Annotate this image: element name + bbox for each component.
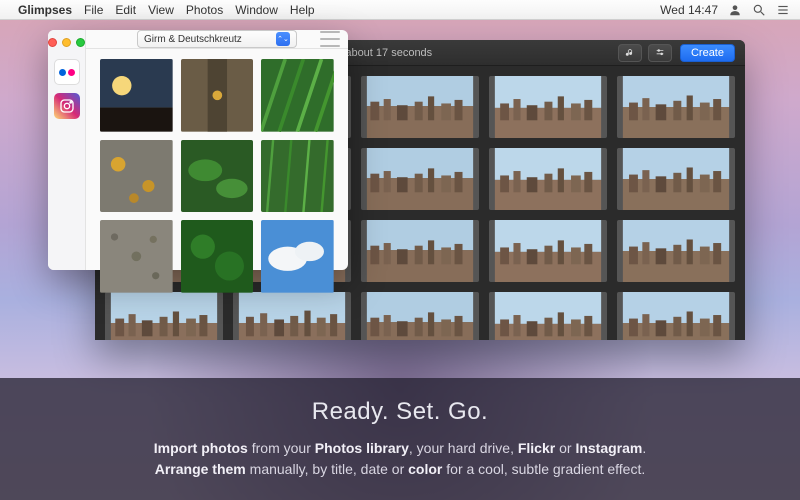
- sliders-icon: [655, 48, 665, 58]
- grid-photo[interactable]: [489, 76, 607, 138]
- menubar-clock: Wed 14:47: [660, 3, 718, 17]
- import-window: Girm & Deutschkreutz ⌃⌄: [48, 30, 348, 270]
- import-toolbar: Girm & Deutschkreutz ⌃⌄: [86, 30, 348, 49]
- user-icon[interactable]: [728, 3, 742, 17]
- minimize-icon[interactable]: [62, 38, 71, 47]
- grid-photo[interactable]: [617, 292, 735, 340]
- grid-photo[interactable]: [489, 148, 607, 210]
- album-select-value: Girm & Deutschkreutz: [144, 34, 242, 45]
- window-traffic-lights[interactable]: [48, 38, 85, 47]
- grid-photo[interactable]: [489, 292, 607, 340]
- grid-photo[interactable]: [361, 292, 479, 340]
- flickr-source-icon[interactable]: [54, 59, 80, 85]
- grid-photo[interactable]: [617, 76, 735, 138]
- menu-help[interactable]: Help: [290, 3, 315, 17]
- mac-menubar: Glimpses File Edit View Photos Window He…: [0, 0, 800, 20]
- import-thumb[interactable]: [181, 140, 254, 213]
- import-thumb[interactable]: [100, 220, 173, 293]
- menu-window[interactable]: Window: [235, 3, 278, 17]
- import-thumb[interactable]: [100, 140, 173, 213]
- import-thumb[interactable]: [100, 59, 173, 132]
- view-mode-toggle[interactable]: [320, 31, 340, 47]
- grid-photo[interactable]: [617, 148, 735, 210]
- grid-photo[interactable]: [489, 220, 607, 282]
- menubar-app-name[interactable]: Glimpses: [18, 3, 72, 17]
- menu-edit[interactable]: Edit: [115, 3, 136, 17]
- spotlight-icon[interactable]: [752, 3, 766, 17]
- album-select[interactable]: Girm & Deutschkreutz ⌃⌄: [137, 30, 297, 48]
- menu-photos[interactable]: Photos: [186, 3, 223, 17]
- close-icon[interactable]: [48, 38, 57, 47]
- import-thumb[interactable]: [181, 220, 254, 293]
- instagram-source-icon[interactable]: [54, 93, 80, 119]
- desktop-wallpaper: Glimpses File Edit View Photos Window He…: [0, 0, 800, 500]
- create-button[interactable]: Create: [680, 44, 735, 62]
- import-photo-grid: [86, 49, 348, 303]
- menu-file[interactable]: File: [84, 3, 103, 17]
- marketing-caption: Ready. Set. Go. Import photos from your …: [0, 378, 800, 500]
- select-arrows-icon: ⌃⌄: [276, 32, 290, 46]
- import-thumb[interactable]: [261, 59, 334, 132]
- import-thumb[interactable]: [261, 220, 334, 293]
- import-sidebar: [48, 30, 86, 270]
- caption-body: Import photos from your Photos library, …: [40, 438, 760, 480]
- music-button[interactable]: [618, 44, 642, 62]
- notification-center-icon[interactable]: [776, 3, 790, 17]
- grid-photo[interactable]: [617, 220, 735, 282]
- grid-photo[interactable]: [361, 76, 479, 138]
- music-note-icon: [625, 48, 635, 58]
- menu-view[interactable]: View: [148, 3, 174, 17]
- grid-photo[interactable]: [361, 148, 479, 210]
- zoom-icon[interactable]: [76, 38, 85, 47]
- import-thumb[interactable]: [261, 140, 334, 213]
- import-thumb[interactable]: [181, 59, 254, 132]
- caption-headline: Ready. Set. Go.: [40, 398, 760, 426]
- adjust-button[interactable]: [648, 44, 672, 62]
- grid-photo[interactable]: [361, 220, 479, 282]
